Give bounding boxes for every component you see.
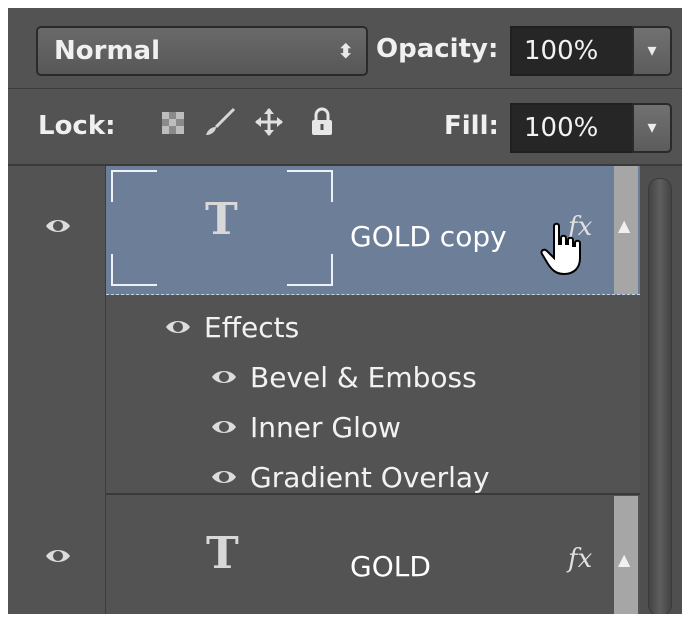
effect-item-inner-glow[interactable]: Inner Glow (250, 411, 401, 444)
scrollbar-thumb[interactable] (648, 178, 672, 614)
effects-header[interactable]: Effects (204, 311, 299, 344)
scrollbar[interactable] (640, 166, 682, 614)
eye-icon[interactable] (210, 413, 238, 441)
chevron-down-icon: ▾ (647, 117, 657, 138)
blend-mode-select[interactable]: Normal ⬍ (36, 26, 368, 76)
layers-panel: Normal ⬍ Opacity: 100% ▾ Lock: Fill: 100… (8, 8, 682, 614)
layers-list: T GOLD copy fx Effects Bevel & Emboss In… (8, 166, 682, 614)
scroll-up-arrow-icon[interactable]: ▲ (618, 550, 630, 569)
padlock-icon[interactable] (310, 107, 334, 144)
paint-brush-lock-icon[interactable] (202, 107, 236, 144)
eye-icon[interactable] (44, 212, 72, 240)
lock-label: Lock: (38, 111, 116, 141)
lock-fill-row: Lock: Fill: 100% ▾ (8, 89, 682, 166)
move-lock-icon[interactable] (254, 107, 284, 144)
chevron-down-icon: ▾ (647, 40, 657, 61)
layer-name[interactable]: GOLD (350, 550, 431, 583)
eye-icon[interactable] (210, 363, 238, 391)
select-updown-icon: ⬍ (337, 39, 354, 63)
opacity-dropdown-button[interactable]: ▾ (632, 26, 672, 76)
text-layer-icon: T (206, 528, 239, 579)
scroll-up-arrow-icon[interactable]: ▲ (618, 216, 630, 235)
effect-item-bevel-emboss[interactable]: Bevel & Emboss (250, 361, 477, 394)
blend-mode-value: Normal (54, 36, 160, 66)
hand-cursor-icon (540, 222, 581, 276)
fill-label: Fill: (444, 111, 499, 141)
fill-input[interactable]: 100% (510, 103, 634, 153)
fx-icon[interactable]: fx (568, 544, 592, 574)
blend-opacity-row: Normal ⬍ Opacity: 100% ▾ (8, 8, 682, 89)
layer-name[interactable]: GOLD copy (350, 220, 507, 253)
opacity-input[interactable]: 100% (510, 26, 634, 76)
visibility-column (8, 166, 106, 614)
layer-row-gold[interactable]: T GOLD fx (106, 496, 640, 614)
effect-item-gradient-overlay[interactable]: Gradient Overlay (250, 461, 490, 494)
opacity-label: Opacity: (376, 34, 499, 64)
eye-icon[interactable] (210, 463, 238, 491)
fill-dropdown-button[interactable]: ▾ (632, 103, 672, 153)
layer-thumbnail[interactable]: T (111, 170, 333, 286)
text-layer-icon: T (205, 194, 238, 245)
layer-effects-list: Effects Bevel & Emboss Inner Glow Gradie… (106, 295, 640, 495)
transparent-pixels-lock-icon[interactable] (162, 111, 184, 141)
eye-icon[interactable] (44, 542, 72, 570)
eye-icon[interactable] (164, 313, 192, 341)
